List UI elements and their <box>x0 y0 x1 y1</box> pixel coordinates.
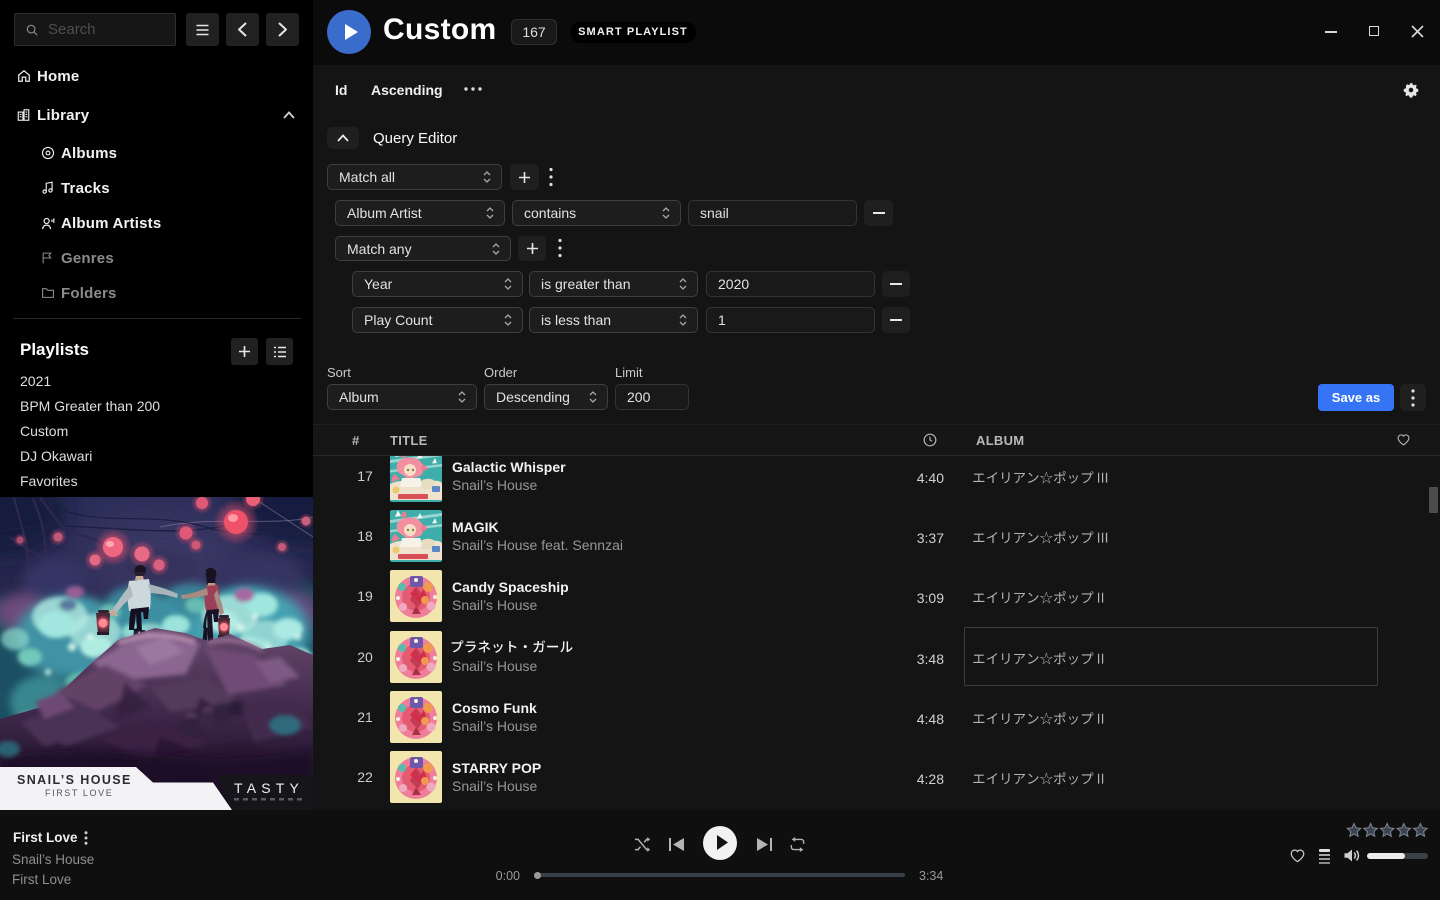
svg-text:TASTY: TASTY <box>234 780 304 796</box>
svg-text:SNAIL’S HOUSE: SNAIL’S HOUSE <box>17 773 132 787</box>
svg-text:FIRST LOVE: FIRST LOVE <box>45 788 113 798</box>
